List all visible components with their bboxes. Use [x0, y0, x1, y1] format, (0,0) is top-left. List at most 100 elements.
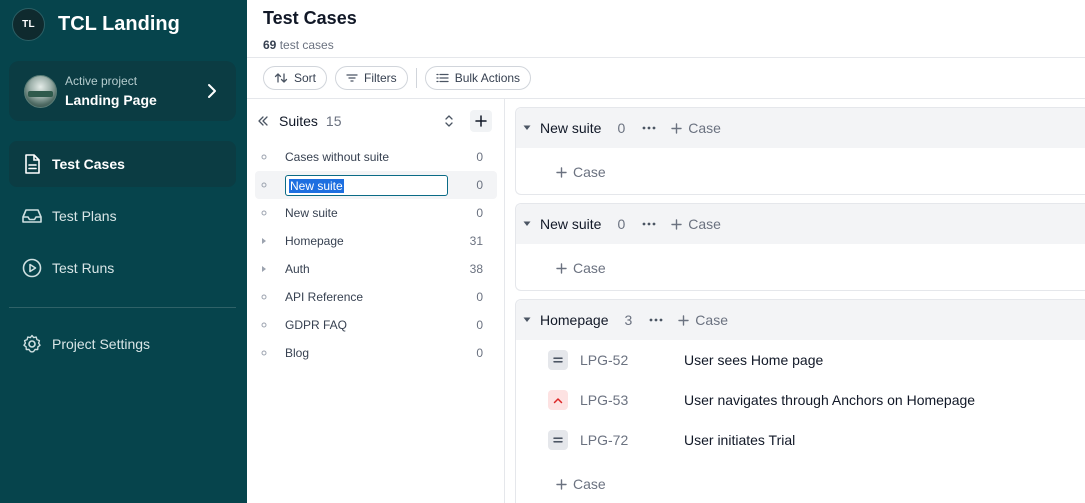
test-case-count: 69 test cases	[263, 38, 334, 52]
dot-icon	[260, 181, 268, 189]
plus-icon	[671, 122, 682, 134]
suite-section-header: New suite 0 Case	[516, 204, 1085, 244]
plus-icon	[556, 478, 567, 490]
nav-project-settings[interactable]: Project Settings	[9, 321, 236, 367]
suite-section: New suite 0 Case Case	[515, 203, 1085, 291]
main-content: Test Cases 69 test cases Sort Filters Bu…	[247, 0, 1085, 503]
nav-test-cases[interactable]: Test Cases	[9, 141, 236, 187]
dot-icon	[260, 349, 268, 357]
suite-name-input[interactable]: New suite	[285, 175, 448, 196]
suite-item[interactable]: GDPR FAQ 0	[255, 311, 497, 339]
page-title: Test Cases	[263, 8, 357, 28]
nav-project-settings-label: Project Settings	[52, 336, 151, 352]
more-horizontal-icon[interactable]	[648, 312, 664, 328]
suite-count: 0	[476, 178, 483, 192]
case-row[interactable]: LPG-53 User navigates through Anchors on…	[516, 380, 1085, 420]
suite-name: Cases without suite	[285, 150, 390, 164]
test-case-count-number: 69	[263, 38, 277, 52]
toolbar: Sort Filters Bulk Actions	[263, 66, 539, 90]
project-caption: Active project	[65, 74, 138, 88]
caret-down-icon[interactable]	[522, 219, 532, 229]
filters-label: Filters	[364, 71, 397, 85]
document-icon	[21, 153, 43, 175]
caret-down-icon[interactable]	[522, 123, 532, 133]
header-divider	[247, 57, 1085, 58]
suite-count: 0	[476, 150, 483, 164]
suite-count: 0	[476, 346, 483, 360]
case-id: LPG-72	[580, 432, 629, 448]
plus-icon	[671, 218, 682, 230]
suite-count: 0	[476, 318, 483, 332]
priority-high-icon	[548, 390, 568, 410]
case-row[interactable]: LPG-72 User initiates Trial	[516, 420, 1085, 460]
plus-icon	[556, 166, 567, 178]
suite-section-count: 3	[624, 312, 633, 328]
dot-icon	[260, 293, 268, 301]
nav-test-plans[interactable]: Test Plans	[9, 193, 236, 239]
suite-item[interactable]: Homepage 31	[255, 227, 497, 255]
suite-name: GDPR FAQ	[285, 318, 348, 332]
case-id: LPG-53	[580, 392, 629, 408]
expand-collapse-icon[interactable]	[442, 112, 456, 130]
suite-item[interactable]: API Reference 0	[255, 283, 497, 311]
add-suite-button[interactable]	[470, 110, 492, 132]
filters-button[interactable]: Filters	[335, 66, 408, 90]
brand-name: TCL Landing	[58, 13, 180, 35]
add-case-label: Case	[695, 312, 728, 328]
project-name: Landing Page	[65, 92, 157, 108]
gear-icon	[21, 333, 43, 355]
suite-name-input-text: New suite	[289, 178, 344, 193]
more-horizontal-icon[interactable]	[641, 120, 657, 136]
add-case-label: Case	[688, 216, 721, 232]
suites-panel: Suites 15 Cases without suite 0 New suit…	[247, 99, 505, 503]
more-horizontal-icon[interactable]	[641, 216, 657, 232]
suites-title: Suites	[279, 113, 318, 129]
case-row[interactable]: LPG-52 User sees Home page	[516, 340, 1085, 380]
inbox-tray-icon	[21, 205, 43, 227]
suite-section-header: Homepage 3 Case	[516, 300, 1085, 340]
list-icon	[436, 73, 449, 83]
suite-section-title: New suite	[540, 216, 602, 232]
add-case-inline[interactable]: Case	[516, 244, 1085, 292]
double-chevron-left-icon[interactable]	[255, 113, 271, 129]
brand-badge: TL	[12, 8, 45, 41]
add-case-button[interactable]: Case	[671, 120, 721, 136]
plus-icon	[475, 115, 487, 127]
suite-section-header: New suite 0 Case	[516, 108, 1085, 148]
active-project-switcher[interactable]: Active project Landing Page	[9, 61, 236, 121]
suite-name: API Reference	[285, 290, 364, 304]
case-title: User initiates Trial	[684, 432, 796, 448]
caret-right-icon[interactable]	[260, 237, 268, 245]
plus-icon	[678, 314, 689, 326]
nav-test-runs[interactable]: Test Runs	[9, 245, 236, 291]
priority-normal-icon	[548, 430, 568, 450]
add-case-inline[interactable]: Case	[516, 148, 1085, 196]
add-case-button[interactable]: Case	[671, 216, 721, 232]
caret-right-icon[interactable]	[260, 265, 268, 273]
suite-section: Homepage 3 Case LPG-52 User sees Home pa…	[515, 299, 1085, 503]
filter-icon	[346, 74, 358, 82]
dot-icon	[260, 153, 268, 161]
suite-item[interactable]: Cases without suite 0	[255, 143, 497, 171]
play-circle-icon	[21, 257, 43, 279]
brand[interactable]: TL TCL Landing	[12, 8, 180, 41]
sort-arrows-icon	[274, 73, 288, 83]
add-case-inline[interactable]: Case	[516, 460, 1085, 503]
suite-item[interactable]: Blog 0	[255, 339, 497, 367]
caret-down-icon[interactable]	[522, 315, 532, 325]
suite-name: New suite	[285, 206, 338, 220]
add-case-inline-label: Case	[573, 476, 606, 492]
sort-button[interactable]: Sort	[263, 66, 328, 90]
suite-name: Homepage	[285, 234, 344, 248]
chevron-right-icon	[208, 84, 216, 98]
case-title: User navigates through Anchors on Homepa…	[684, 392, 976, 408]
add-case-button[interactable]: Case	[678, 312, 728, 328]
suite-section-count: 0	[617, 120, 626, 136]
suite-item-editing[interactable]: New suite 0	[255, 171, 497, 199]
sidebar-divider	[9, 307, 236, 308]
add-case-inline-label: Case	[573, 260, 606, 276]
bulk-actions-label: Bulk Actions	[454, 71, 521, 85]
suite-item[interactable]: New suite 0	[255, 199, 497, 227]
suite-item[interactable]: Auth 38	[255, 255, 497, 283]
bulk-actions-button[interactable]: Bulk Actions	[424, 66, 532, 90]
